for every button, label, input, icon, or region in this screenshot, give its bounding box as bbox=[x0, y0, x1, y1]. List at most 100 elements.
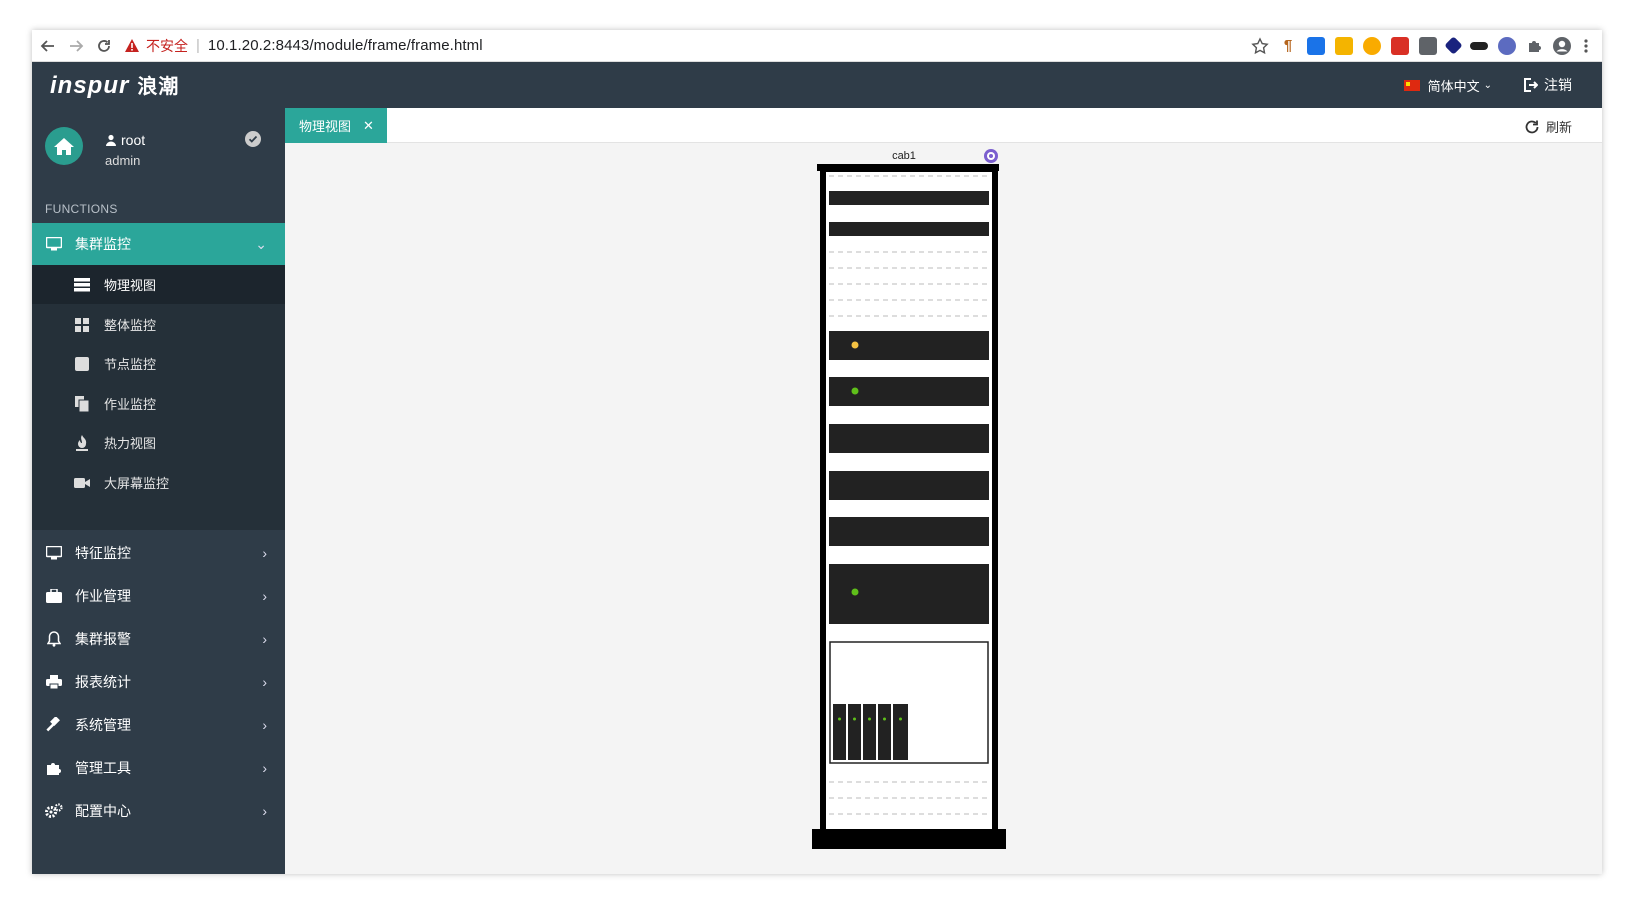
menu-label: 系统管理 bbox=[75, 717, 131, 733]
submenu-label: 整体监控 bbox=[104, 318, 157, 333]
submenu-job-monitor[interactable]: 作业监控 bbox=[32, 384, 285, 423]
edit-extension-icon[interactable] bbox=[1419, 36, 1437, 55]
menu-cluster-alarm[interactable]: 集群报警 › bbox=[32, 618, 285, 660]
menu-label: 集群报警 bbox=[75, 631, 131, 647]
refresh-button[interactable]: 刷新 bbox=[1524, 117, 1572, 136]
logo-cn-text: 浪潮 bbox=[137, 76, 180, 98]
search-extension-icon[interactable] bbox=[1363, 36, 1381, 55]
menu-cluster-monitor[interactable]: 集群监控 ⌄ bbox=[32, 223, 285, 265]
blade-slots bbox=[833, 704, 908, 760]
glasses-extension-icon[interactable] bbox=[1470, 41, 1488, 50]
chevron-down-icon: ⌄ bbox=[255, 235, 267, 252]
bookmark-star-icon[interactable] bbox=[1251, 36, 1269, 55]
submenu-heat-view[interactable]: 热力视图 bbox=[32, 423, 285, 462]
refresh-label: 刷新 bbox=[1545, 120, 1572, 135]
menu-management-tools[interactable]: 管理工具 › bbox=[32, 747, 285, 789]
extension-icons: ¶ bbox=[1251, 36, 1590, 56]
address-bar[interactable]: 不安全 | 10.1.20.2:8443/module/frame/frame.… bbox=[124, 32, 1251, 60]
server-unit[interactable] bbox=[829, 517, 989, 546]
url-text: 10.1.20.2:8443/module/frame/frame.html bbox=[207, 37, 483, 54]
refresh-icon bbox=[1525, 120, 1539, 133]
profile-icon[interactable] bbox=[1552, 36, 1572, 56]
user-name-text: root bbox=[121, 132, 146, 148]
chevron-right-icon: › bbox=[262, 803, 267, 819]
submenu-overall-monitor[interactable]: 整体监控 bbox=[32, 305, 285, 344]
calendar-extension-icon[interactable] bbox=[1307, 36, 1325, 55]
video-camera-icon bbox=[74, 475, 90, 491]
menu-label: 特征监控 bbox=[75, 545, 131, 561]
avatar[interactable] bbox=[45, 127, 83, 165]
blade-node[interactable] bbox=[893, 704, 908, 760]
chevron-right-icon: › bbox=[262, 674, 267, 690]
app-header: inspur 浪潮 简体中文 ⌄ 注销 bbox=[32, 62, 1602, 108]
forward-icon[interactable] bbox=[62, 32, 90, 60]
rack-base bbox=[812, 829, 1006, 849]
submenu-node-monitor[interactable]: 节点监控 bbox=[32, 344, 285, 383]
close-icon[interactable]: ✕ bbox=[363, 118, 374, 134]
home-icon bbox=[54, 138, 74, 155]
submenu-label: 节点监控 bbox=[104, 357, 157, 372]
tab-label: 物理视图 bbox=[299, 119, 352, 134]
browser-window: 不安全 | 10.1.20.2:8443/module/frame/frame.… bbox=[32, 30, 1602, 874]
globe-extension-icon[interactable] bbox=[1498, 36, 1516, 55]
chevron-right-icon: › bbox=[262, 545, 267, 561]
gavel-icon bbox=[45, 716, 63, 734]
chevron-right-icon: › bbox=[262, 588, 267, 604]
server-unit[interactable] bbox=[829, 424, 989, 453]
chevron-down-icon: ⌄ bbox=[1483, 80, 1492, 91]
blade-node[interactable] bbox=[863, 704, 876, 760]
logout-icon bbox=[1524, 78, 1538, 92]
rack-name: cab1 bbox=[892, 150, 916, 162]
pdf-extension-icon[interactable] bbox=[1391, 36, 1409, 55]
download-extension-icon[interactable] bbox=[1335, 36, 1353, 55]
rack-info-button[interactable] bbox=[984, 149, 998, 163]
insecure-label: 不安全 bbox=[146, 37, 188, 54]
rack-stage: cab1 bbox=[285, 144, 1602, 874]
blade-node[interactable] bbox=[878, 704, 891, 760]
submenu-physical-view[interactable]: 物理视图 bbox=[32, 265, 285, 304]
language-selector[interactable]: 简体中文 ⌄ bbox=[1403, 76, 1492, 95]
menu-label: 报表统计 bbox=[75, 674, 131, 690]
reload-icon[interactable] bbox=[90, 32, 118, 60]
logo-text: inspur bbox=[50, 72, 130, 99]
monitor-icon bbox=[45, 235, 63, 253]
submenu-label: 作业监控 bbox=[104, 397, 157, 412]
gears-icon bbox=[45, 802, 63, 820]
chevron-right-icon: › bbox=[262, 760, 267, 776]
tab-physical-view[interactable]: 物理视图 ✕ bbox=[285, 108, 387, 143]
puzzle-extension-icon[interactable] bbox=[1526, 38, 1542, 54]
menu-report-stats[interactable]: 报表统计 › bbox=[32, 661, 285, 703]
menu-label: 管理工具 bbox=[75, 760, 131, 776]
server-unit[interactable] bbox=[829, 191, 989, 205]
briefcase-icon bbox=[45, 587, 63, 605]
menu-feature-monitor[interactable]: 特征监控 › bbox=[32, 532, 285, 574]
status-ok-dot bbox=[851, 588, 859, 596]
rack-diagram: cab1 bbox=[812, 149, 1006, 849]
paragraph-extension-icon[interactable]: ¶ bbox=[1279, 37, 1297, 55]
logout-button[interactable]: 注销 bbox=[1522, 75, 1572, 95]
status-warning-dot bbox=[851, 341, 859, 349]
server-unit[interactable] bbox=[829, 222, 989, 236]
url-separator: | bbox=[196, 37, 200, 54]
submenu-label: 热力视图 bbox=[104, 436, 157, 451]
menu-config-center[interactable]: 配置中心 › bbox=[32, 790, 285, 832]
check-circle-icon bbox=[245, 131, 261, 147]
inspur-logo: inspur 浪潮 bbox=[50, 70, 179, 100]
menu-label: 作业管理 bbox=[75, 588, 131, 604]
server-unit[interactable] bbox=[829, 471, 989, 500]
status-ok-dot bbox=[851, 387, 859, 395]
menu-job-management[interactable]: 作业管理 › bbox=[32, 575, 285, 617]
back-icon[interactable] bbox=[34, 32, 62, 60]
browser-toolbar: 不安全 | 10.1.20.2:8443/module/frame/frame.… bbox=[32, 30, 1602, 62]
blade-node[interactable] bbox=[833, 704, 846, 760]
chevron-right-icon: › bbox=[262, 717, 267, 733]
grid-icon bbox=[74, 317, 90, 333]
blade-node[interactable] bbox=[848, 704, 861, 760]
user-panel: root admin bbox=[32, 108, 285, 188]
cube-extension-icon[interactable] bbox=[1444, 36, 1463, 55]
menu-system-management[interactable]: 系统管理 › bbox=[32, 704, 285, 746]
more-menu-icon[interactable] bbox=[1582, 37, 1590, 55]
warning-icon bbox=[125, 38, 139, 52]
submenu-big-screen[interactable]: 大屏幕监控 bbox=[32, 463, 285, 502]
user-icon bbox=[106, 134, 116, 146]
